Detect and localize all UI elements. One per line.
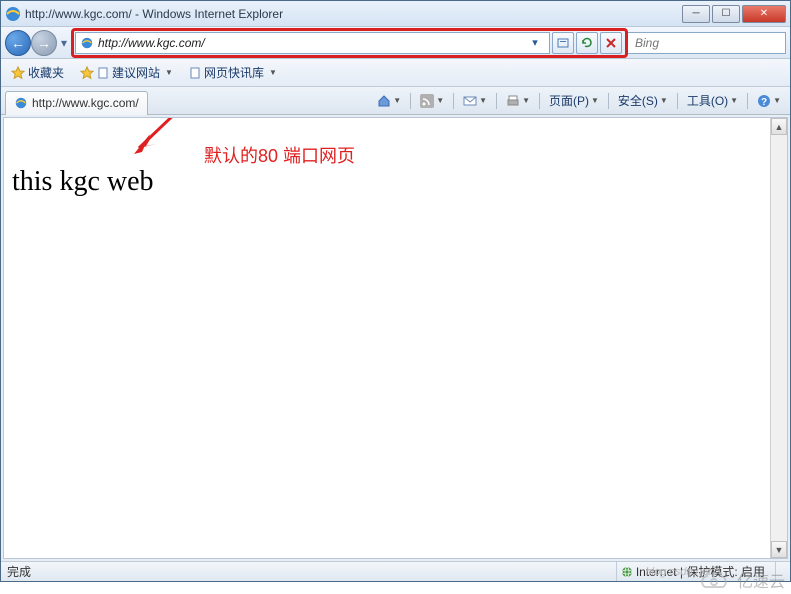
navigation-bar: ← → ▾ ▾ ▾	[1, 27, 790, 59]
page-menu[interactable]: 页面(P)▼	[544, 90, 604, 111]
rss-button[interactable]: ▼	[415, 92, 449, 110]
safety-menu[interactable]: 安全(S)▼	[613, 90, 673, 111]
help-button[interactable]: ?▼	[752, 92, 786, 110]
svg-text:?: ?	[761, 97, 767, 108]
rss-icon	[420, 94, 434, 108]
annotation-text: 默认的80 端口网页	[204, 142, 355, 168]
status-done: 完成	[7, 563, 31, 580]
print-icon	[506, 94, 520, 108]
suggested-sites[interactable]: 建议网站 ▼	[76, 62, 177, 83]
favorites-bar: 收藏夹 建议网站 ▼ 网页快讯库 ▼	[1, 59, 790, 87]
window-controls: ─ ☐ ✕	[682, 5, 786, 23]
url-input[interactable]	[98, 36, 523, 50]
tools-menu[interactable]: 工具(O)▼	[682, 90, 743, 111]
chevron-down-icon: ▼	[165, 68, 173, 77]
quick-label: 网页快讯库	[204, 64, 264, 81]
window-title: http://www.kgc.com/ - Windows Internet E…	[25, 7, 682, 21]
status-bar: 完成 Internet | 保护模式: 启用 blog.csdn.net	[1, 561, 790, 581]
address-wrap: ▾ ▾	[75, 32, 786, 54]
refresh-button[interactable]	[576, 32, 598, 54]
minimize-button[interactable]: ─	[682, 5, 710, 23]
page-body-text: this kgc web	[4, 118, 787, 198]
scroll-down-button[interactable]: ▼	[771, 541, 787, 558]
content-area: 默认的80 端口网页 this kgc web ▲ ▼	[3, 117, 788, 559]
search-bar[interactable]: ▾	[626, 32, 786, 54]
star-icon	[11, 66, 25, 80]
page-icon	[80, 36, 94, 50]
cloud-icon	[697, 569, 731, 591]
vertical-scrollbar[interactable]: ▲ ▼	[770, 118, 787, 558]
mail-icon	[463, 94, 477, 108]
star-group-icon	[80, 66, 94, 80]
chevron-down-icon: ▼	[269, 68, 277, 77]
help-icon: ?	[757, 94, 771, 108]
tab-bar: http://www.kgc.com/ ▼ ▼ ▼ ▼ 页面(P)▼ 安全(S)…	[1, 87, 790, 115]
stop-button[interactable]	[600, 32, 622, 54]
home-icon	[377, 94, 391, 108]
favorites-label: 收藏夹	[28, 64, 64, 81]
favorites-button[interactable]: 收藏夹	[7, 62, 68, 83]
scroll-up-button[interactable]: ▲	[771, 118, 787, 135]
browser-window: http://www.kgc.com/ - Windows Internet E…	[0, 0, 791, 582]
nav-buttons: ← → ▾	[5, 30, 71, 56]
command-bar: ▼ ▼ ▼ ▼ 页面(P)▼ 安全(S)▼ 工具(O)▼ ?▼	[372, 90, 786, 111]
compat-view-button[interactable]	[552, 32, 574, 54]
globe-icon	[621, 566, 633, 578]
home-button[interactable]: ▼	[372, 92, 406, 110]
search-input[interactable]	[635, 36, 791, 50]
page-icon	[97, 67, 109, 79]
back-button[interactable]: ←	[5, 30, 31, 56]
maximize-button[interactable]: ☐	[712, 5, 740, 23]
web-slice-gallery[interactable]: 网页快讯库 ▼	[185, 62, 281, 83]
tab-title: http://www.kgc.com/	[32, 96, 139, 110]
close-button[interactable]: ✕	[742, 5, 786, 23]
address-dropdown[interactable]: ▾	[525, 33, 545, 53]
address-bar[interactable]: ▾	[75, 32, 550, 54]
mail-button[interactable]: ▼	[458, 92, 492, 110]
ie-icon	[5, 6, 21, 22]
nav-history-dropdown[interactable]: ▾	[57, 31, 71, 55]
ie-icon	[14, 96, 28, 110]
print-button[interactable]: ▼	[501, 92, 535, 110]
page-icon	[189, 67, 201, 79]
suggested-label: 建议网站	[112, 64, 160, 81]
scroll-track[interactable]	[771, 135, 787, 541]
tab-active[interactable]: http://www.kgc.com/	[5, 91, 148, 115]
watermark: 亿速云	[697, 568, 785, 592]
titlebar: http://www.kgc.com/ - Windows Internet E…	[1, 1, 790, 27]
watermark-text: 亿速云	[737, 568, 785, 592]
forward-button[interactable]: →	[31, 30, 57, 56]
